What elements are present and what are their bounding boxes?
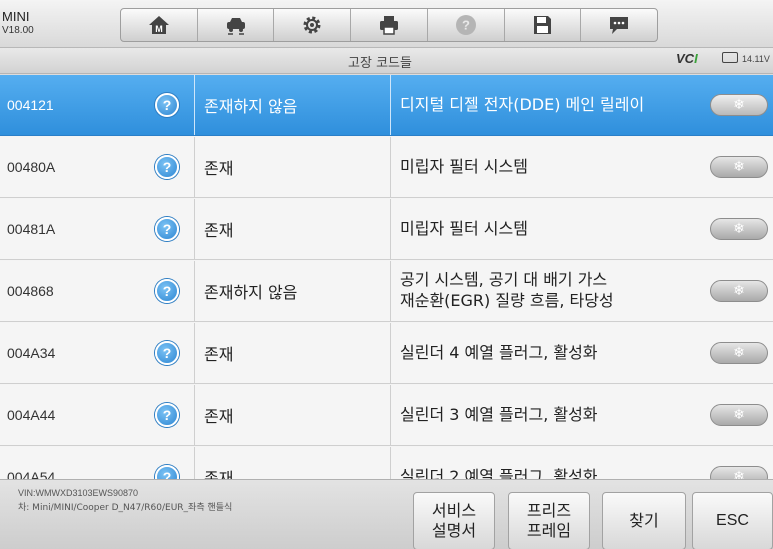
top-bar: MINI V18.00 M ?: [0, 0, 773, 48]
fault-description-line: 공기 시스템, 공기 대 배기 가스: [400, 270, 608, 290]
freeze-frame-icon[interactable]: ❄: [710, 94, 768, 116]
save-icon: [534, 16, 552, 34]
vin-number: VIN:WMWXD3103EWS90870: [18, 488, 139, 498]
fault-description-line: 미립자 필터 시스템: [400, 218, 528, 238]
fault-description-line: 미립자 필터 시스템: [400, 156, 528, 176]
vci-status: VCI: [676, 51, 698, 66]
freeze-frame-icon[interactable]: ❄: [710, 466, 768, 479]
svg-text:?: ?: [462, 18, 470, 33]
table-row[interactable]: 00480A ? 존재 미립자 필터 시스템 ❄: [0, 137, 773, 198]
vehicle-swap-button[interactable]: [198, 9, 275, 41]
table-row[interactable]: 00481A ? 존재 미립자 필터 시스템 ❄: [0, 199, 773, 260]
service-manual-label-line2: 설명서: [431, 521, 477, 540]
fault-description-line: 재순환(EGR) 질량 흐름, 타당성: [400, 291, 614, 310]
fault-status: 존재하지 않음: [195, 75, 391, 135]
table-row[interactable]: 004A44 ? 존재 실린더 3 예열 플러그, 활성화 ❄: [0, 385, 773, 446]
freeze-frame-label-line2: 프레임: [526, 521, 572, 540]
battery-icon: [722, 52, 738, 63]
esc-button[interactable]: ESC: [692, 492, 773, 549]
freeze-frame-button[interactable]: 프리즈 프레임: [508, 492, 590, 549]
gear-icon: [303, 16, 321, 34]
freeze-frame-icon[interactable]: ❄: [710, 342, 768, 364]
svg-text:M: M: [155, 24, 163, 34]
footer-bar: VIN:WMWXD3103EWS90870 차: Mini/MINI/Coope…: [0, 479, 773, 549]
find-button[interactable]: 찾기: [602, 492, 686, 549]
print-button[interactable]: [351, 9, 428, 41]
freeze-frame-label-line1: 프리즈: [526, 501, 572, 520]
fault-status: 존재: [195, 199, 391, 259]
table-row[interactable]: 004A34 ? 존재 실린더 4 예열 플러그, 활성화 ❄: [0, 323, 773, 384]
code-help-icon[interactable]: ?: [155, 217, 179, 241]
fault-description: 실린더 2 예열 플러그, 활성화: [391, 447, 691, 479]
code-help-icon[interactable]: ?: [155, 155, 179, 179]
title-bar: 고장 코드들 VCI 14.11V: [0, 48, 773, 74]
table-row[interactable]: 004A54 ? 존재 실린더 2 예열 플러그, 활성화 ❄: [0, 447, 773, 479]
car-swap-icon: [226, 18, 245, 35]
toolbar: M ?: [120, 8, 658, 42]
fault-status: 존재하지 않음: [195, 261, 391, 321]
software-version: V18.00: [2, 24, 34, 36]
code-help-icon[interactable]: ?: [155, 279, 179, 303]
page-title: 고장 코드들: [348, 56, 412, 71]
fault-description-line: 실린더 3 예열 플러그, 활성화: [400, 404, 598, 424]
code-help-icon[interactable]: ?: [155, 403, 179, 427]
fault-description: 공기 시스템, 공기 대 배기 가스 재순환(EGR) 질량 흐름, 타당성: [391, 261, 691, 321]
fault-status: 존재: [195, 137, 391, 197]
freeze-frame-icon[interactable]: ❄: [710, 280, 768, 302]
vehicle-make: MINI: [2, 9, 30, 24]
fault-status: 존재: [195, 385, 391, 445]
fault-status: 존재: [195, 323, 391, 383]
freeze-frame-icon[interactable]: ❄: [710, 404, 768, 426]
fault-description: 미립자 필터 시스템: [391, 199, 691, 259]
find-label: 찾기: [629, 511, 659, 530]
vehicle-brand: MINI V18.00: [2, 9, 34, 36]
fault-description: 디지털 디젤 전자(DDE) 메인 릴레이: [391, 75, 691, 135]
service-manual-label-line1: 서비스: [431, 501, 477, 520]
fault-description-line: 디지털 디젤 전자(DDE) 메인 릴레이: [400, 94, 645, 114]
freeze-frame-icon[interactable]: ❄: [710, 218, 768, 240]
fault-status: 존재: [195, 447, 391, 479]
code-help-icon[interactable]: ?: [155, 93, 179, 117]
vehicle-info: 차: Mini/MINI/Cooper D_N47/R60/EUR_좌측 핸들식: [18, 503, 233, 513]
fault-description: 실린더 3 예열 플러그, 활성화: [391, 385, 691, 445]
service-manual-button[interactable]: 서비스 설명서: [413, 492, 495, 549]
help-button[interactable]: ?: [428, 9, 505, 41]
save-button[interactable]: [505, 9, 582, 41]
vci-label: VC: [676, 51, 695, 66]
fault-description-line: 실린더 4 예열 플러그, 활성화: [400, 342, 598, 362]
help-icon: ?: [455, 15, 476, 35]
settings-button[interactable]: [274, 9, 352, 41]
fault-description-line: 실린더 2 예열 플러그, 활성화: [400, 466, 598, 479]
home-button[interactable]: M: [121, 9, 198, 41]
table-row[interactable]: 004868 ? 존재하지 않음 공기 시스템, 공기 대 배기 가스 재순환(…: [0, 261, 773, 322]
vci-connected-icon: I: [694, 51, 698, 66]
message-icon: [610, 17, 629, 34]
printer-icon: [380, 16, 399, 35]
fault-description: 실린더 4 예열 플러그, 활성화: [391, 323, 691, 383]
message-button[interactable]: [581, 9, 657, 41]
table-row[interactable]: 004121 ? 존재하지 않음 디지털 디젤 전자(DDE) 메인 릴레이 ❄: [0, 75, 773, 136]
fault-code-table[interactable]: 004121 ? 존재하지 않음 디지털 디젤 전자(DDE) 메인 릴레이 ❄…: [0, 75, 773, 479]
fault-description: 미립자 필터 시스템: [391, 137, 691, 197]
esc-label: ESC: [716, 512, 749, 529]
battery-voltage: 14.11V: [742, 54, 770, 64]
code-help-icon[interactable]: ?: [155, 341, 179, 365]
home-icon: M: [148, 16, 169, 34]
freeze-frame-icon[interactable]: ❄: [710, 156, 768, 178]
